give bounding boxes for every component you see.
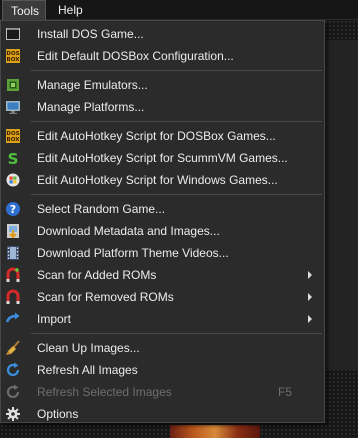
menu-separator [31, 70, 322, 71]
menu-separator [31, 333, 322, 334]
menu-item-install-dos-game[interactable]: Install DOS Game... [1, 23, 324, 45]
menu-item-download-theme-videos[interactable]: Download Platform Theme Videos... [1, 242, 324, 264]
menu-item-label: Download Metadata and Images... [37, 224, 220, 238]
menu-item-label: Edit AutoHotkey Script for ScummVM Games… [37, 151, 288, 165]
magnet-icon [5, 289, 21, 305]
menu-item-download-metadata[interactable]: Download Metadata and Images... [1, 220, 324, 242]
menu-item-label: Edit AutoHotkey Script for DOSBox Games.… [37, 129, 276, 143]
menu-help[interactable]: Help [50, 0, 91, 20]
broom-icon [5, 340, 21, 356]
menu-separator [31, 194, 322, 195]
scummvm-icon: S [5, 150, 21, 166]
refresh-icon [5, 362, 21, 378]
dosbox-icon: DOS BOX [5, 48, 21, 64]
chip-icon [5, 77, 21, 93]
monitor-icon [5, 99, 21, 115]
menu-bar: Tools Help [0, 0, 358, 20]
svg-text:S: S [8, 150, 19, 166]
menu-item-refresh-selected-images[interactable]: Refresh Selected Images F5 [1, 381, 324, 403]
svg-text:BOX: BOX [7, 137, 21, 143]
refresh-disabled-icon [5, 384, 21, 400]
menu-item-import[interactable]: Import [1, 308, 324, 330]
background-panel [322, 40, 358, 370]
submenu-arrow-icon [308, 315, 312, 323]
gear-icon [5, 406, 21, 422]
menu-item-label: Refresh Selected Images [37, 385, 172, 399]
svg-text:BOX: BOX [7, 57, 21, 63]
menu-item-label: Select Random Game... [37, 202, 166, 216]
magnet-add-icon [5, 267, 21, 283]
menu-item-ahk-scummvm[interactable]: S Edit AutoHotkey Script for ScummVM Gam… [1, 147, 324, 169]
background-game-art [170, 425, 260, 438]
menu-item-select-random-game[interactable]: ? Select Random Game... [1, 198, 324, 220]
menu-item-label: Scan for Removed ROMs [37, 290, 174, 304]
submenu-arrow-icon [308, 271, 312, 279]
menu-item-label: Install DOS Game... [37, 27, 144, 41]
menu-item-label: Edit AutoHotkey Script for Windows Games… [37, 173, 278, 187]
menu-item-ahk-windows[interactable]: Edit AutoHotkey Script for Windows Games… [1, 169, 324, 191]
shortcut-label: F5 [277, 385, 292, 399]
arrow-right-icon [5, 311, 21, 327]
svg-text:?: ? [10, 203, 16, 216]
film-icon [5, 245, 21, 261]
question-icon: ? [5, 201, 21, 217]
menu-item-label: Options [37, 407, 79, 421]
menu-item-label: Manage Platforms... [37, 100, 145, 114]
menu-tools[interactable]: Tools [2, 0, 46, 20]
menu-item-label: Edit Default DOSBox Configuration... [37, 49, 234, 63]
menu-item-label: Refresh All Images [37, 363, 138, 377]
terminal-icon [5, 26, 21, 42]
menu-item-label: Scan for Added ROMs [37, 268, 157, 282]
menu-item-manage-platforms[interactable]: Manage Platforms... [1, 96, 324, 118]
menu-item-refresh-all-images[interactable]: Refresh All Images [1, 359, 324, 381]
windows-icon [5, 172, 21, 188]
menu-item-scan-removed-roms[interactable]: Scan for Removed ROMs [1, 286, 324, 308]
menu-item-ahk-dosbox[interactable]: DOS BOX Edit AutoHotkey Script for DOSBox… [1, 125, 324, 147]
menu-item-clean-up-images[interactable]: Clean Up Images... [1, 337, 324, 359]
submenu-arrow-icon [308, 293, 312, 301]
menu-item-label: Download Platform Theme Videos... [37, 246, 229, 260]
menu-item-label: Clean Up Images... [37, 341, 140, 355]
menu-separator [31, 121, 322, 122]
menu-item-manage-emulators[interactable]: Manage Emulators... [1, 74, 324, 96]
menu-item-scan-added-roms[interactable]: Scan for Added ROMs [1, 264, 324, 286]
tools-dropdown-menu: Install DOS Game... DOS BOX Edit Default … [0, 20, 325, 423]
menu-item-label: Manage Emulators... [37, 78, 148, 92]
menu-item-edit-dosbox-config[interactable]: DOS BOX Edit Default DOSBox Configuration… [1, 45, 324, 67]
menu-item-label: Import [37, 312, 72, 326]
download-icon [5, 223, 21, 239]
menu-item-options[interactable]: Options [1, 403, 324, 425]
dosbox-icon: DOS BOX [5, 128, 21, 144]
